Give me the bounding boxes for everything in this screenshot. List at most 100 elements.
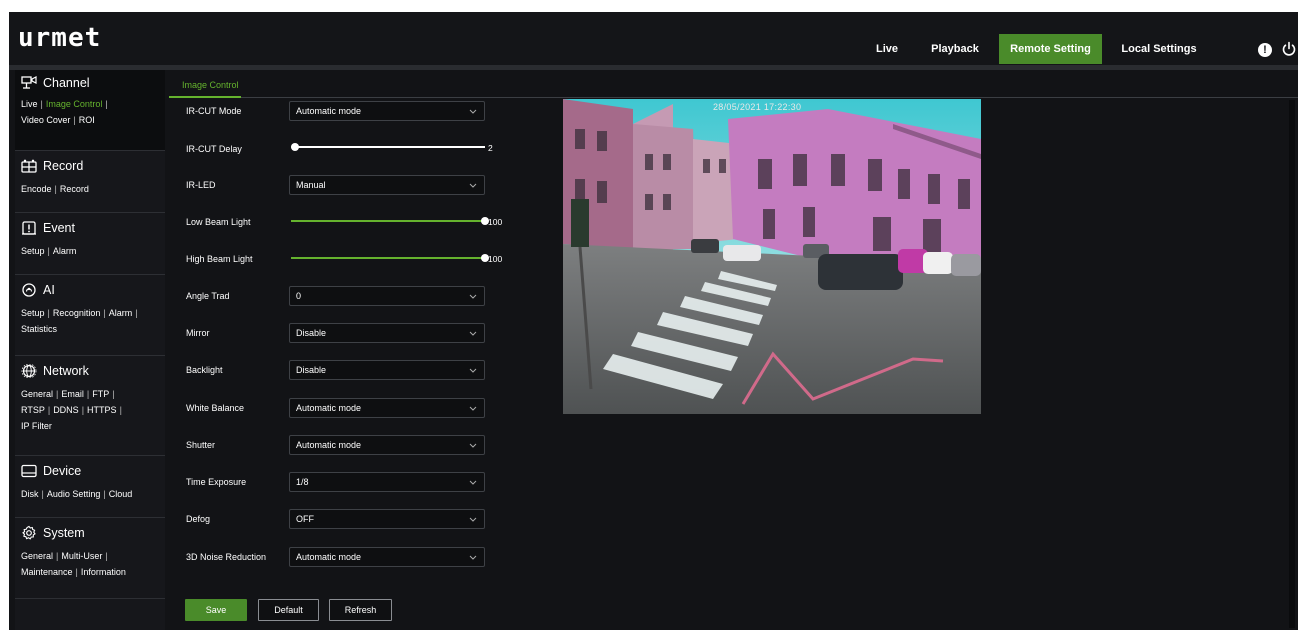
slider-fill: [291, 220, 485, 222]
sidebar-head-ai[interactable]: AI: [15, 275, 165, 305]
ai-icon: [22, 283, 36, 297]
separator: |: [47, 246, 50, 256]
defog-value: OFF: [296, 514, 314, 524]
sidebar-head-system[interactable]: System: [15, 518, 165, 548]
separator: |: [103, 489, 106, 499]
backlight-value: Disable: [296, 365, 327, 375]
vertical-scrollbar[interactable]: [1289, 100, 1295, 628]
sidebar-link-maintenance[interactable]: Maintenance: [21, 567, 73, 577]
sidebar-link-audio-setting[interactable]: Audio Setting: [47, 489, 101, 499]
app-window: urmet Live Playback Remote Setting Local…: [9, 12, 1298, 630]
sidebar-link-setup[interactable]: Setup: [21, 246, 45, 256]
defog-label: Defog: [186, 514, 211, 524]
brand-logo: urmet: [18, 23, 102, 53]
separator: |: [112, 389, 115, 399]
low-beam-value: 100: [488, 217, 503, 227]
sidebar-section-event: Event Setup | Alarm: [15, 213, 165, 275]
sidebar-link-ftp[interactable]: FTP: [92, 389, 109, 399]
shutter-select[interactable]: Automatic mode: [289, 435, 485, 455]
channel-icon: [21, 76, 37, 89]
angle-trad-select[interactable]: 0: [289, 286, 485, 306]
sidebar-link-disk[interactable]: Disk: [21, 489, 39, 499]
sidebar-link-statistics[interactable]: Statistics: [21, 324, 57, 334]
white-balance-select[interactable]: Automatic mode: [289, 398, 485, 418]
nav-live[interactable]: Live: [867, 34, 907, 64]
sidebar-link-alarm[interactable]: Alarm: [109, 308, 133, 318]
low-beam-label: Low Beam Light: [186, 217, 251, 227]
sidebar-section-network: Network General | Email | FTP | RTSP | DDNS | HTT…: [15, 356, 165, 456]
sidebar-link-recognition[interactable]: Recognition: [53, 308, 101, 318]
sidebar-link-ddns[interactable]: DDNS: [53, 405, 79, 415]
defog-select[interactable]: OFF: [289, 509, 485, 529]
sidebar-link-general[interactable]: General: [21, 389, 53, 399]
chevron-down-icon: [469, 183, 477, 188]
sidebar-link-information[interactable]: Information: [81, 567, 126, 577]
sidebar-head-record[interactable]: Record: [15, 151, 165, 181]
white-balance-label: White Balance: [186, 403, 245, 413]
preview-timestamp: 28/05/2021 17:22:30: [713, 102, 802, 112]
sidebar-title-channel: Channel: [43, 76, 90, 90]
separator: |: [41, 489, 44, 499]
exclamation-circle-icon[interactable]: !: [1258, 43, 1272, 57]
low-beam-slider[interactable]: [291, 216, 489, 226]
sidebar-title-event: Event: [43, 221, 75, 235]
chevron-down-icon: [469, 331, 477, 336]
sidebar-title-record: Record: [43, 159, 84, 173]
chevron-down-icon: [469, 517, 477, 522]
nav-local-settings[interactable]: Local Settings: [1114, 34, 1204, 64]
sidebar-link-rtsp[interactable]: RTSP: [21, 405, 45, 415]
noise-reduction-select[interactable]: Automatic mode: [289, 547, 485, 567]
default-button[interactable]: Default: [258, 599, 319, 621]
sidebar-link-multi-user[interactable]: Multi-User: [61, 551, 102, 561]
high-beam-label: High Beam Light: [186, 254, 253, 264]
sidebar-link-alarm[interactable]: Alarm: [53, 246, 77, 256]
ircut-mode-select[interactable]: Automatic mode: [289, 101, 485, 121]
network-icon: [21, 364, 37, 378]
ir-led-value: Manual: [296, 180, 326, 190]
device-icon: [21, 464, 37, 478]
refresh-button[interactable]: Refresh: [329, 599, 392, 621]
sidebar-link-ip-filter[interactable]: IP Filter: [21, 421, 52, 431]
record-icon: [21, 159, 37, 173]
slider-thumb[interactable]: [290, 143, 299, 151]
sidebar-head-event[interactable]: Event: [15, 213, 165, 243]
mirror-select[interactable]: Disable: [289, 323, 485, 343]
slider-fill: [291, 257, 485, 259]
header-bar: urmet Live Playback Remote Setting Local…: [9, 12, 1298, 65]
sidebar-link-roi[interactable]: ROI: [79, 115, 95, 125]
sidebar-links-system: General | Multi-User | Maintenance | Informat…: [15, 548, 165, 588]
sidebar-head-channel[interactable]: Channel: [15, 70, 165, 96]
sidebar-link-image-control[interactable]: Image Control: [46, 99, 103, 109]
white-balance-value: Automatic mode: [296, 403, 362, 413]
sidebar-link-email[interactable]: Email: [61, 389, 84, 399]
chevron-down-icon: [469, 480, 477, 485]
sidebar-link-record[interactable]: Record: [60, 184, 89, 194]
sidebar-link-setup[interactable]: Setup: [21, 308, 45, 318]
ircut-delay-slider[interactable]: [290, 142, 485, 152]
sidebar-link-https[interactable]: HTTPS: [87, 405, 117, 415]
time-exposure-select[interactable]: 1/8: [289, 472, 485, 492]
nav-remote-setting[interactable]: Remote Setting: [999, 34, 1102, 64]
separator: |: [105, 551, 108, 561]
power-icon[interactable]: [1281, 41, 1297, 57]
nav-playback[interactable]: Playback: [925, 34, 985, 64]
ir-led-select[interactable]: Manual: [289, 175, 485, 195]
sidebar-head-device[interactable]: Device: [15, 456, 165, 486]
angle-trad-value: 0: [296, 291, 302, 301]
sidebar-link-cloud[interactable]: Cloud: [109, 489, 133, 499]
save-button[interactable]: Save: [185, 599, 247, 621]
sidebar-link-live[interactable]: Live: [21, 99, 38, 109]
separator: |: [105, 99, 108, 109]
sidebar-link-general[interactable]: General: [21, 551, 53, 561]
sidebar-link-video-cover[interactable]: Video Cover: [21, 115, 70, 125]
tab-image-control[interactable]: Image Control: [169, 74, 241, 98]
high-beam-value: 100: [488, 254, 503, 264]
sidebar-title-network: Network: [43, 364, 89, 378]
sidebar-title-device: Device: [43, 464, 82, 478]
separator: |: [73, 115, 76, 125]
sidebar-head-network[interactable]: Network: [15, 356, 165, 386]
sidebar-link-encode[interactable]: Encode: [21, 184, 52, 194]
backlight-select[interactable]: Disable: [289, 360, 485, 380]
angle-trad-label: Angle Trad: [186, 291, 230, 301]
high-beam-slider[interactable]: [291, 253, 489, 263]
